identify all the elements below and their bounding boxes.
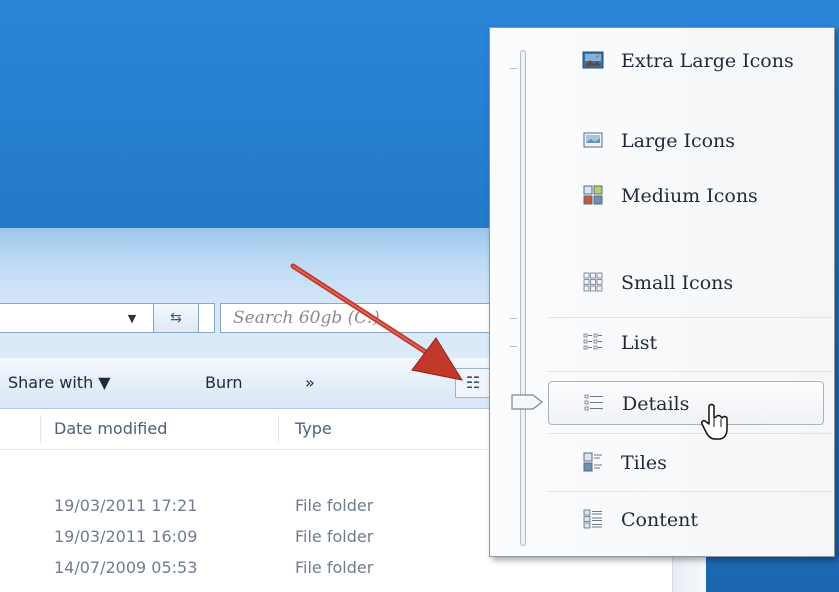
view-size-slider-thumb[interactable] [510, 392, 544, 412]
column-header-date-modified[interactable]: Date modified [54, 417, 167, 441]
view-menu: Extra Large Icons Large Icons Medium Ico… [489, 27, 835, 557]
view-option-content[interactable]: Content [548, 498, 824, 542]
view-option-label: Extra Large Icons [621, 50, 794, 72]
column-separator[interactable] [40, 415, 41, 443]
large-icons-icon [583, 132, 603, 148]
tiles-view-icon [583, 452, 602, 472]
view-option-list[interactable]: List [548, 321, 824, 365]
view-size-slider-track[interactable] [520, 50, 526, 546]
details-view-icon: ☷ [465, 373, 481, 392]
small-icons-icon [583, 272, 603, 292]
view-option-medium-icons[interactable]: Medium Icons [548, 174, 824, 218]
view-option-small-icons[interactable]: Small Icons [548, 261, 824, 305]
cell-date-modified: 19/03/2011 16:09 [54, 527, 198, 546]
menu-separator [548, 317, 832, 318]
view-option-label: Medium Icons [621, 185, 758, 207]
mouse-pointer-icon [701, 403, 728, 440]
slider-tick [510, 346, 517, 347]
cell-type: File folder [295, 558, 374, 577]
view-option-label: List [621, 332, 658, 354]
menu-separator [548, 491, 832, 492]
slider-tick [510, 68, 517, 69]
content-view-icon [583, 509, 602, 529]
list-view-icon [583, 333, 602, 350]
view-option-label: Small Icons [621, 272, 734, 294]
view-option-details[interactable]: Details [548, 381, 824, 425]
menu-separator [548, 371, 832, 372]
view-option-label: Content [621, 509, 698, 531]
cell-date-modified: 19/03/2011 17:21 [54, 496, 198, 515]
refresh-button[interactable]: ⇆ [153, 303, 199, 333]
view-option-label: Tiles [621, 452, 667, 474]
view-option-tiles[interactable]: Tiles [548, 441, 824, 485]
address-dropdown-icon[interactable]: ▼ [120, 311, 144, 327]
view-option-label: Large Icons [621, 130, 736, 152]
share-with-button[interactable]: Share with ▼ [8, 370, 111, 396]
more-commands-button[interactable]: » [305, 370, 315, 396]
cell-type: File folder [295, 527, 374, 546]
column-separator[interactable] [278, 415, 279, 443]
cell-type: File folder [295, 496, 374, 515]
view-option-large-icons[interactable]: Large Icons [548, 119, 824, 163]
cell-date-modified: 14/07/2009 05:53 [54, 558, 198, 577]
slider-tick [510, 318, 517, 319]
view-option-extra-large-icons[interactable]: Extra Large Icons [548, 39, 824, 83]
change-view-button[interactable]: ☷ [455, 368, 491, 398]
medium-icons-icon [583, 185, 603, 205]
burn-button[interactable]: Burn [205, 370, 243, 396]
extra-large-icons-icon [582, 51, 604, 69]
column-header-type[interactable]: Type [295, 417, 332, 441]
menu-separator [548, 433, 832, 434]
view-option-label: Details [622, 393, 690, 415]
details-view-icon [584, 394, 603, 411]
